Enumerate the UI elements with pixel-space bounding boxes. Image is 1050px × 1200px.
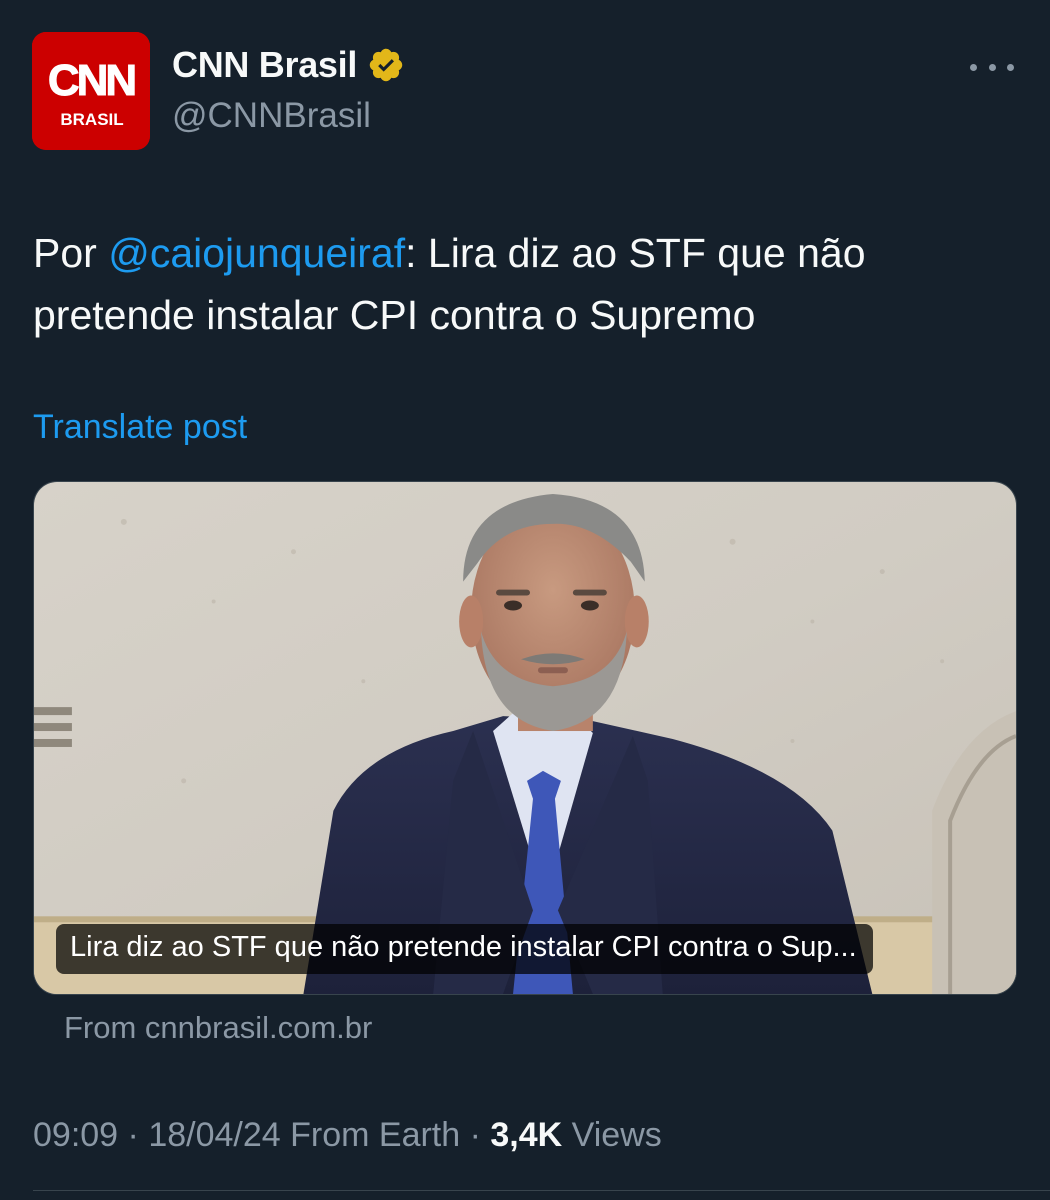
cnn-logo: CNN BRASIL — [32, 32, 150, 150]
more-options-icon[interactable] — [970, 50, 1014, 84]
link-card[interactable]: Lira diz ao STF que não pretende instala… — [33, 481, 1017, 995]
author-handle[interactable]: @CNNBrasil — [172, 96, 371, 136]
meta-separator: · — [118, 1116, 149, 1154]
translate-post-link[interactable]: Translate post — [33, 408, 247, 447]
post-location: From Earth — [290, 1116, 461, 1154]
avatar-logo-text: CNN — [48, 56, 135, 105]
post-meta: 09:09 · 18/04/24 From Earth · 3,4K Views — [33, 1116, 662, 1155]
avatar-sub-text: BRASIL — [60, 110, 123, 129]
link-card-source[interactable]: From cnnbrasil.com.br — [64, 1010, 372, 1046]
views-label: Views — [571, 1116, 662, 1154]
mention-link[interactable]: @caiojunqueiraf — [108, 230, 405, 276]
author-display-name[interactable]: CNN Brasil — [172, 44, 357, 86]
post-text-prefix: Por — [33, 230, 109, 276]
post-date[interactable]: 18/04/24 — [148, 1116, 280, 1154]
post-text: Por @caiojunqueiraf: Lira diz ao STF que… — [33, 222, 1018, 346]
author-avatar[interactable]: CNN BRASIL — [32, 32, 150, 150]
divider — [33, 1190, 1050, 1191]
dot — [970, 63, 977, 71]
meta-separator: · — [460, 1116, 491, 1154]
dot — [988, 63, 996, 71]
verified-badge-icon[interactable] — [367, 46, 405, 84]
post-time[interactable]: 09:09 — [33, 1116, 118, 1154]
link-card-image — [34, 482, 1016, 994]
link-card-caption: Lira diz ao STF que não pretende instala… — [56, 924, 873, 974]
dot — [1007, 63, 1014, 71]
views-count[interactable]: 3,4K — [490, 1116, 562, 1154]
author-name-row: CNN Brasil — [172, 44, 405, 86]
